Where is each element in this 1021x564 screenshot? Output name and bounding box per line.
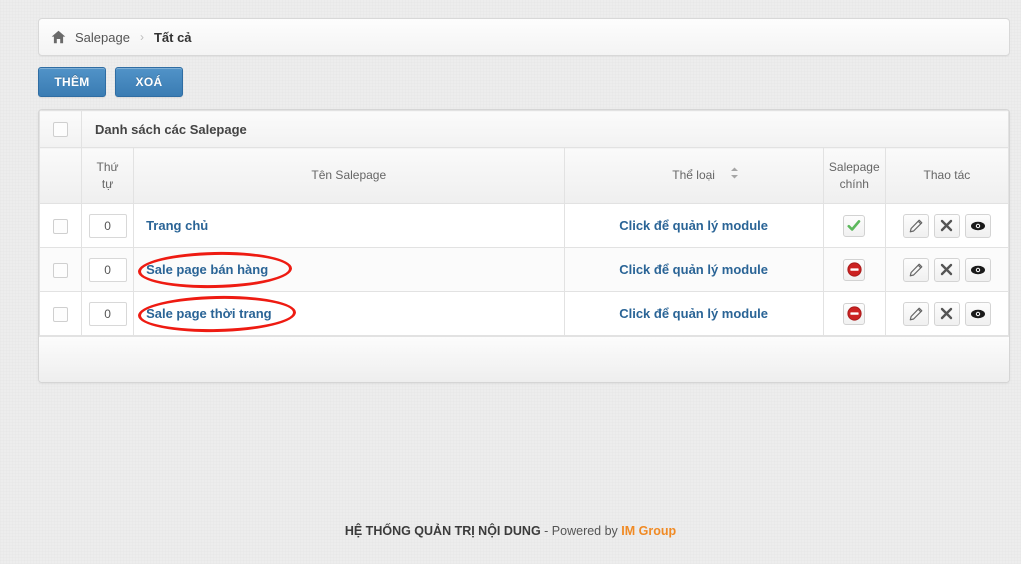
order-cell	[81, 203, 135, 248]
select-all-checkbox[interactable]	[53, 122, 69, 138]
order-cell	[81, 247, 135, 292]
type-cell: Click để quản lý module	[563, 203, 824, 248]
main-state-toggle[interactable]	[843, 214, 866, 237]
footer-brand-link[interactable]: IM Group	[621, 524, 676, 538]
edit-button[interactable]	[902, 213, 929, 238]
order-input[interactable]	[88, 213, 127, 238]
row-checkbox[interactable]	[53, 306, 69, 322]
header-order-line2: tự	[101, 176, 114, 191]
order-cell	[81, 291, 135, 336]
view-button[interactable]	[964, 213, 991, 238]
table-header-row: Thứ tự Tên Salepage Thể loại Salepage ch…	[39, 147, 1009, 204]
main-state-toggle[interactable]	[843, 258, 866, 281]
page-footer: HỆ THỐNG QUẢN TRỊ NỘI DUNG - Powered by …	[0, 524, 1021, 538]
manage-module-link[interactable]: Click để quản lý module	[619, 218, 768, 233]
page-container: Salepage › Tất cả THÊM XOÁ Danh sách các…	[0, 0, 1021, 383]
header-order-line1: Thứ	[96, 159, 119, 174]
view-button[interactable]	[964, 257, 991, 282]
edit-button[interactable]	[902, 257, 929, 282]
actions-cell	[884, 291, 1009, 336]
panel-title-row: Danh sách các Salepage	[39, 110, 1009, 148]
main-state-cell	[822, 203, 886, 248]
footer-powered-text: - Powered by	[540, 524, 622, 538]
delete-button[interactable]: XOÁ	[115, 67, 183, 97]
header-type: Thể loại	[563, 147, 824, 204]
delete-button[interactable]	[933, 301, 960, 326]
manage-module-link[interactable]: Click để quản lý module	[619, 262, 768, 277]
sort-updown-icon[interactable]	[730, 167, 739, 185]
breadcrumb-root-link[interactable]: Salepage	[75, 30, 130, 45]
select-all-cell	[39, 110, 83, 148]
salepage-table: Danh sách các Salepage Thứ tự Tên Salepa…	[39, 110, 1009, 336]
panel-footer	[39, 336, 1009, 382]
salepage-list-panel: Danh sách các Salepage Thứ tự Tên Salepa…	[38, 109, 1010, 383]
order-input[interactable]	[88, 257, 127, 282]
type-cell: Click để quản lý module	[563, 247, 824, 292]
breadcrumb-current: Tất cả	[153, 29, 192, 45]
panel-title-cell: Danh sách các Salepage	[81, 110, 1009, 148]
row-select-cell	[39, 247, 83, 292]
manage-module-link[interactable]: Click để quản lý module	[619, 306, 768, 321]
order-input[interactable]	[88, 301, 127, 326]
header-name-label: Tên Salepage	[311, 168, 387, 182]
name-cell: Trang chủ	[133, 203, 565, 248]
header-main-line1: Salepage	[828, 159, 880, 174]
row-checkbox[interactable]	[53, 262, 69, 278]
table-body: Trang chủClick để quản lý moduleSale pag…	[39, 203, 1009, 336]
salepage-name-link[interactable]: Sale page thời trang	[146, 306, 272, 321]
header-name[interactable]: Tên Salepage	[133, 147, 738, 204]
row-checkbox[interactable]	[53, 218, 69, 234]
name-cell: Sale page bán hàng	[133, 247, 565, 292]
delete-button[interactable]	[933, 213, 960, 238]
edit-button[interactable]	[902, 301, 929, 326]
table-row: Sale page bán hàng Click để quản lý modul…	[39, 247, 1009, 292]
footer-system-name: HỆ THỐNG QUẢN TRỊ NỘI DUNG	[344, 524, 541, 538]
name-cell: Sale page thời trang	[133, 291, 565, 336]
header-main: Salepage chính	[822, 147, 886, 204]
header-actions: Thao tác	[884, 147, 1009, 204]
header-main-line2: chính	[839, 176, 869, 191]
actions-cell	[884, 247, 1009, 292]
home-icon	[51, 30, 66, 44]
header-order: Thứ tự	[81, 147, 135, 204]
salepage-name-link[interactable]: Sale page bán hàng	[146, 262, 268, 277]
delete-button[interactable]	[933, 257, 960, 282]
row-select-cell	[39, 203, 83, 248]
toolbar: THÊM XOÁ	[38, 67, 1010, 97]
add-button[interactable]: THÊM	[38, 67, 106, 97]
row-select-cell	[39, 291, 83, 336]
salepage-name-link[interactable]: Trang chủ	[146, 218, 208, 233]
panel-title: Danh sách các Salepage	[95, 121, 247, 137]
type-cell: Click để quản lý module	[563, 291, 824, 336]
breadcrumb-separator-icon: ›	[139, 30, 144, 44]
breadcrumb: Salepage › Tất cả	[38, 18, 1010, 56]
table-row: Sale page thời trang Click để quản lý mod…	[39, 291, 1009, 336]
actions-cell	[884, 203, 1009, 248]
view-button[interactable]	[964, 301, 991, 326]
main-state-cell	[822, 291, 886, 336]
header-checkbox-cell	[39, 147, 83, 204]
main-state-toggle[interactable]	[843, 302, 866, 325]
table-row: Trang chủ Click để quản lý module	[39, 203, 1009, 248]
main-state-cell	[822, 247, 886, 292]
